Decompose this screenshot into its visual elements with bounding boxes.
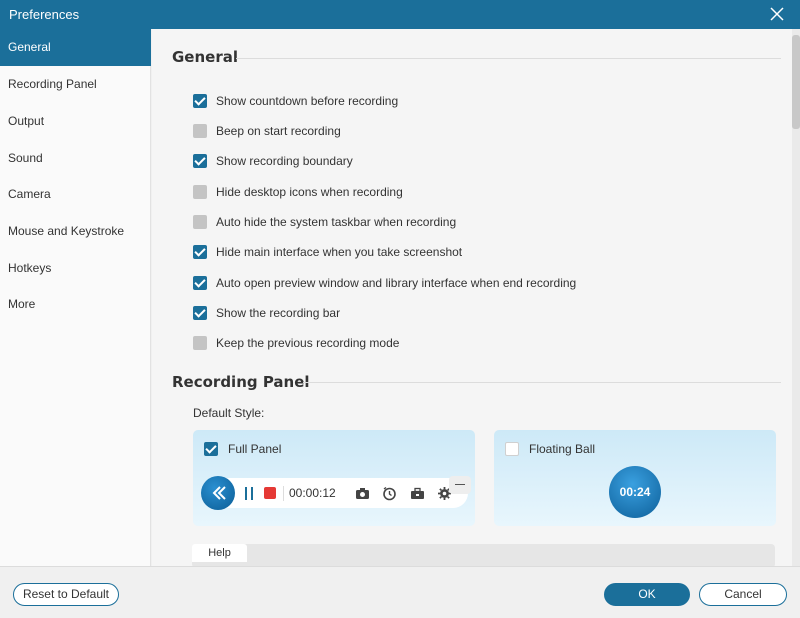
recording-panel-section-title: Recording Panel xyxy=(172,373,310,391)
checkbox[interactable] xyxy=(193,276,207,290)
pause-icon xyxy=(243,487,255,500)
sidebar-item-recording-panel[interactable]: Recording Panel xyxy=(0,66,151,103)
checkbox[interactable] xyxy=(505,442,519,456)
option-label: Show the recording bar xyxy=(216,306,341,320)
option-label: Hide main interface when you take screen… xyxy=(216,245,463,259)
option-label: Floating Ball xyxy=(529,442,596,456)
option-label: Auto open preview window and library int… xyxy=(216,276,577,290)
option-label: Show recording boundary xyxy=(216,154,353,168)
recording-timer: 00:00:12 xyxy=(289,486,336,500)
collapse-icon xyxy=(201,476,235,510)
help-tab[interactable]: Help xyxy=(192,544,247,562)
option-label: Beep on start recording xyxy=(216,124,341,138)
window-title: Preferences xyxy=(9,7,80,22)
floating-ball-card[interactable]: Floating Ball 00:24 xyxy=(494,430,776,526)
stop-icon xyxy=(264,487,276,499)
footer: Reset to Default OK Cancel xyxy=(0,566,800,618)
checkbox[interactable] xyxy=(204,442,218,456)
timer-clock-icon xyxy=(382,486,397,501)
option-label: Auto hide the system taskbar when record… xyxy=(216,215,457,229)
separator xyxy=(283,486,284,501)
toolbox-icon xyxy=(410,486,425,501)
section-divider xyxy=(236,58,781,59)
checkbox[interactable] xyxy=(193,185,207,199)
option-label: Show countdown before recording xyxy=(216,94,399,108)
checkbox[interactable] xyxy=(193,94,207,108)
option-label: Full Panel xyxy=(228,442,282,456)
checkbox[interactable] xyxy=(193,154,207,168)
sidebar-item-more[interactable]: More xyxy=(0,286,151,323)
sidebar-item-camera[interactable]: Camera xyxy=(0,176,151,213)
scrollbar[interactable] xyxy=(792,29,800,566)
checkbox[interactable] xyxy=(193,336,207,350)
minimize-icon xyxy=(449,476,471,494)
camera-icon xyxy=(355,486,370,501)
checkbox[interactable] xyxy=(193,306,207,320)
sidebar-item-mouse-keystroke[interactable]: Mouse and Keystroke xyxy=(0,213,151,250)
main-panel: General Show countdown before recording … xyxy=(152,29,800,566)
checkbox[interactable] xyxy=(193,124,207,138)
floating-ball-preview: 00:24 xyxy=(609,466,661,518)
checkbox[interactable] xyxy=(193,215,207,229)
cancel-button[interactable]: Cancel xyxy=(699,583,787,606)
title-bar: Preferences xyxy=(0,0,800,29)
default-style-label: Default Style: xyxy=(193,406,265,420)
sidebar-item-output[interactable]: Output xyxy=(0,103,151,140)
sidebar-item-sound[interactable]: Sound xyxy=(0,140,151,177)
scrollbar-thumb[interactable] xyxy=(792,35,800,129)
sidebar: General Recording Panel Output Sound Cam… xyxy=(0,29,151,566)
help-area: Help xyxy=(192,544,775,566)
full-panel-card[interactable]: Full Panel 00:00:12 xyxy=(193,430,475,526)
sidebar-item-general[interactable]: General xyxy=(0,29,151,66)
ok-button[interactable]: OK xyxy=(604,583,690,606)
sidebar-item-hotkeys[interactable]: Hotkeys xyxy=(0,250,151,287)
option-label: Keep the previous recording mode xyxy=(216,336,400,350)
section-divider xyxy=(303,382,781,383)
recording-bar-preview: 00:00:12 xyxy=(201,476,471,510)
option-label: Hide desktop icons when recording xyxy=(216,185,403,199)
checkbox[interactable] xyxy=(193,245,207,259)
general-section-title: General xyxy=(172,48,238,66)
close-icon[interactable] xyxy=(768,5,786,23)
reset-to-default-button[interactable]: Reset to Default xyxy=(13,583,119,606)
